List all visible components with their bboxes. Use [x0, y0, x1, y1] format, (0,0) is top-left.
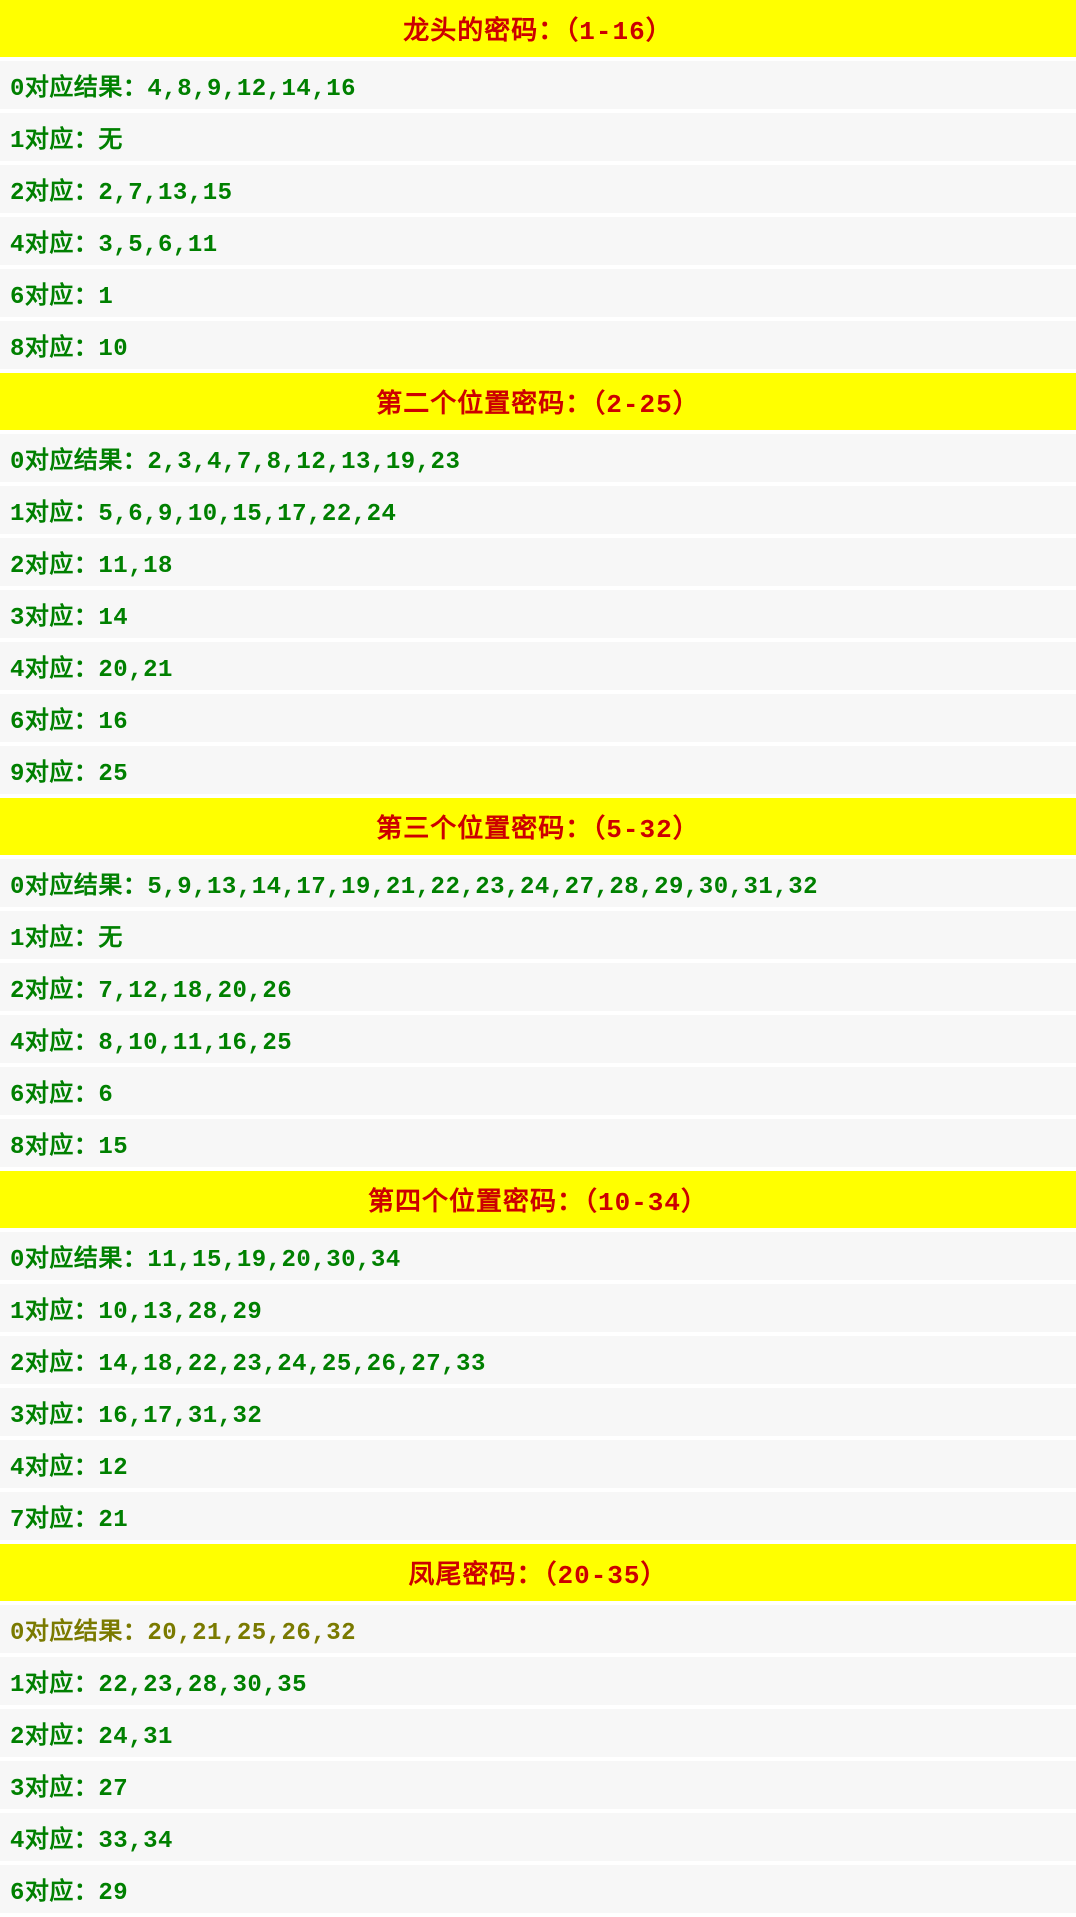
data-row: 2对应：11,18 — [0, 538, 1076, 590]
data-row: 6对应：16 — [0, 694, 1076, 746]
data-row: 2对应：2,7,13,15 — [0, 165, 1076, 217]
data-row: 0对应结果：2,3,4,7,8,12,13,19,23 — [0, 434, 1076, 486]
section-header: 第三个位置密码：（5-32） — [0, 798, 1076, 859]
data-row: 1对应：无 — [0, 113, 1076, 165]
data-row: 4对应：3,5,6,11 — [0, 217, 1076, 269]
data-row: 6对应：29 — [0, 1865, 1076, 1917]
data-row: 4对应：12 — [0, 1440, 1076, 1492]
data-row: 1对应：22,23,28,30,35 — [0, 1657, 1076, 1709]
data-row: 6对应：1 — [0, 269, 1076, 321]
data-row: 0对应结果：20,21,25,26,32 — [0, 1605, 1076, 1657]
data-row: 6对应：6 — [0, 1067, 1076, 1119]
data-row: 1对应：5,6,9,10,15,17,22,24 — [0, 486, 1076, 538]
data-row: 8对应：15 — [0, 1119, 1076, 1171]
data-row: 1对应：无 — [0, 911, 1076, 963]
data-row: 2对应：24,31 — [0, 1709, 1076, 1761]
data-row: 9对应：25 — [0, 746, 1076, 798]
data-row: 7对应：21 — [0, 1492, 1076, 1544]
code-table-container: 龙头的密码：（1-16）0对应结果：4,8,9,12,14,161对应：无2对应… — [0, 0, 1076, 1917]
section-header: 凤尾密码：（20-35） — [0, 1544, 1076, 1605]
data-row: 4对应：8,10,11,16,25 — [0, 1015, 1076, 1067]
section-header: 龙头的密码：（1-16） — [0, 0, 1076, 61]
data-row: 1对应：10,13,28,29 — [0, 1284, 1076, 1336]
data-row: 2对应：7,12,18,20,26 — [0, 963, 1076, 1015]
data-row: 0对应结果：5,9,13,14,17,19,21,22,23,24,27,28,… — [0, 859, 1076, 911]
data-row: 3对应：16,17,31,32 — [0, 1388, 1076, 1440]
section-header: 第二个位置密码：（2-25） — [0, 373, 1076, 434]
data-row: 3对应：14 — [0, 590, 1076, 642]
data-row: 0对应结果：11,15,19,20,30,34 — [0, 1232, 1076, 1284]
data-row: 4对应：33,34 — [0, 1813, 1076, 1865]
data-row: 4对应：20,21 — [0, 642, 1076, 694]
data-row: 8对应：10 — [0, 321, 1076, 373]
section-header: 第四个位置密码：（10-34） — [0, 1171, 1076, 1232]
data-row: 2对应：14,18,22,23,24,25,26,27,33 — [0, 1336, 1076, 1388]
data-row: 3对应：27 — [0, 1761, 1076, 1813]
data-row: 0对应结果：4,8,9,12,14,16 — [0, 61, 1076, 113]
